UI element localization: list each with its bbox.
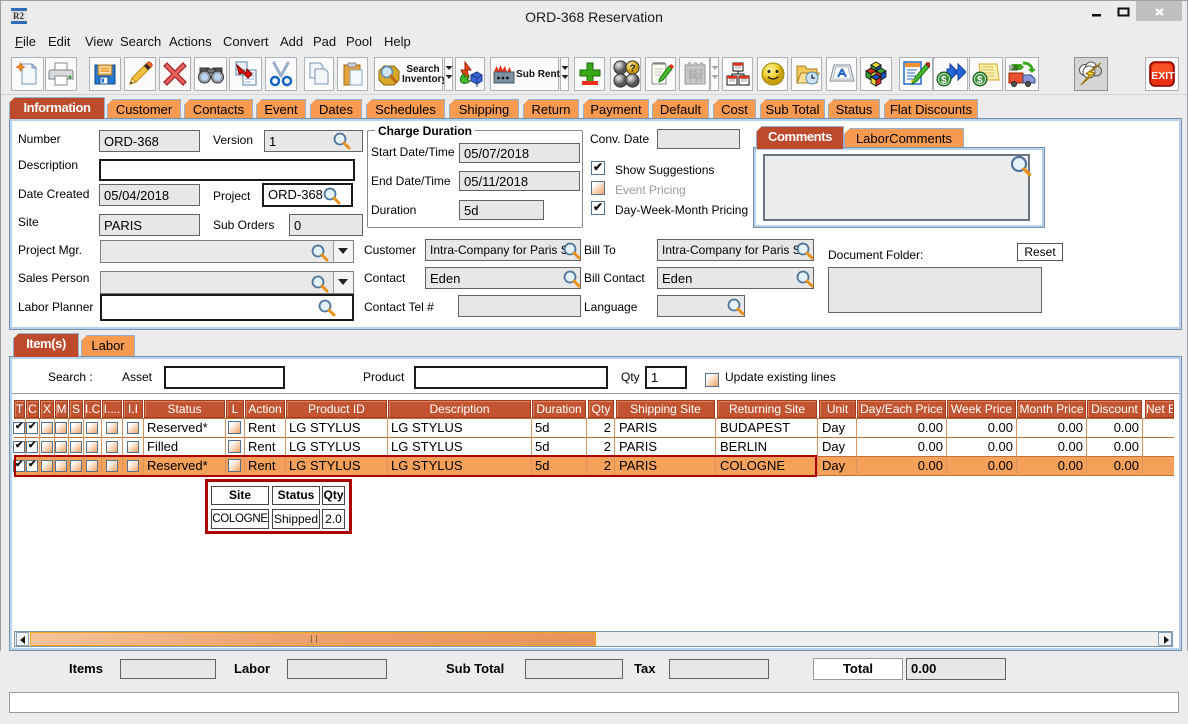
svg-text:?: ? (629, 64, 635, 75)
svg-text:$: $ (977, 75, 983, 86)
svg-text:EXIT: EXIT (1151, 70, 1175, 82)
svg-text:$: $ (941, 75, 947, 86)
